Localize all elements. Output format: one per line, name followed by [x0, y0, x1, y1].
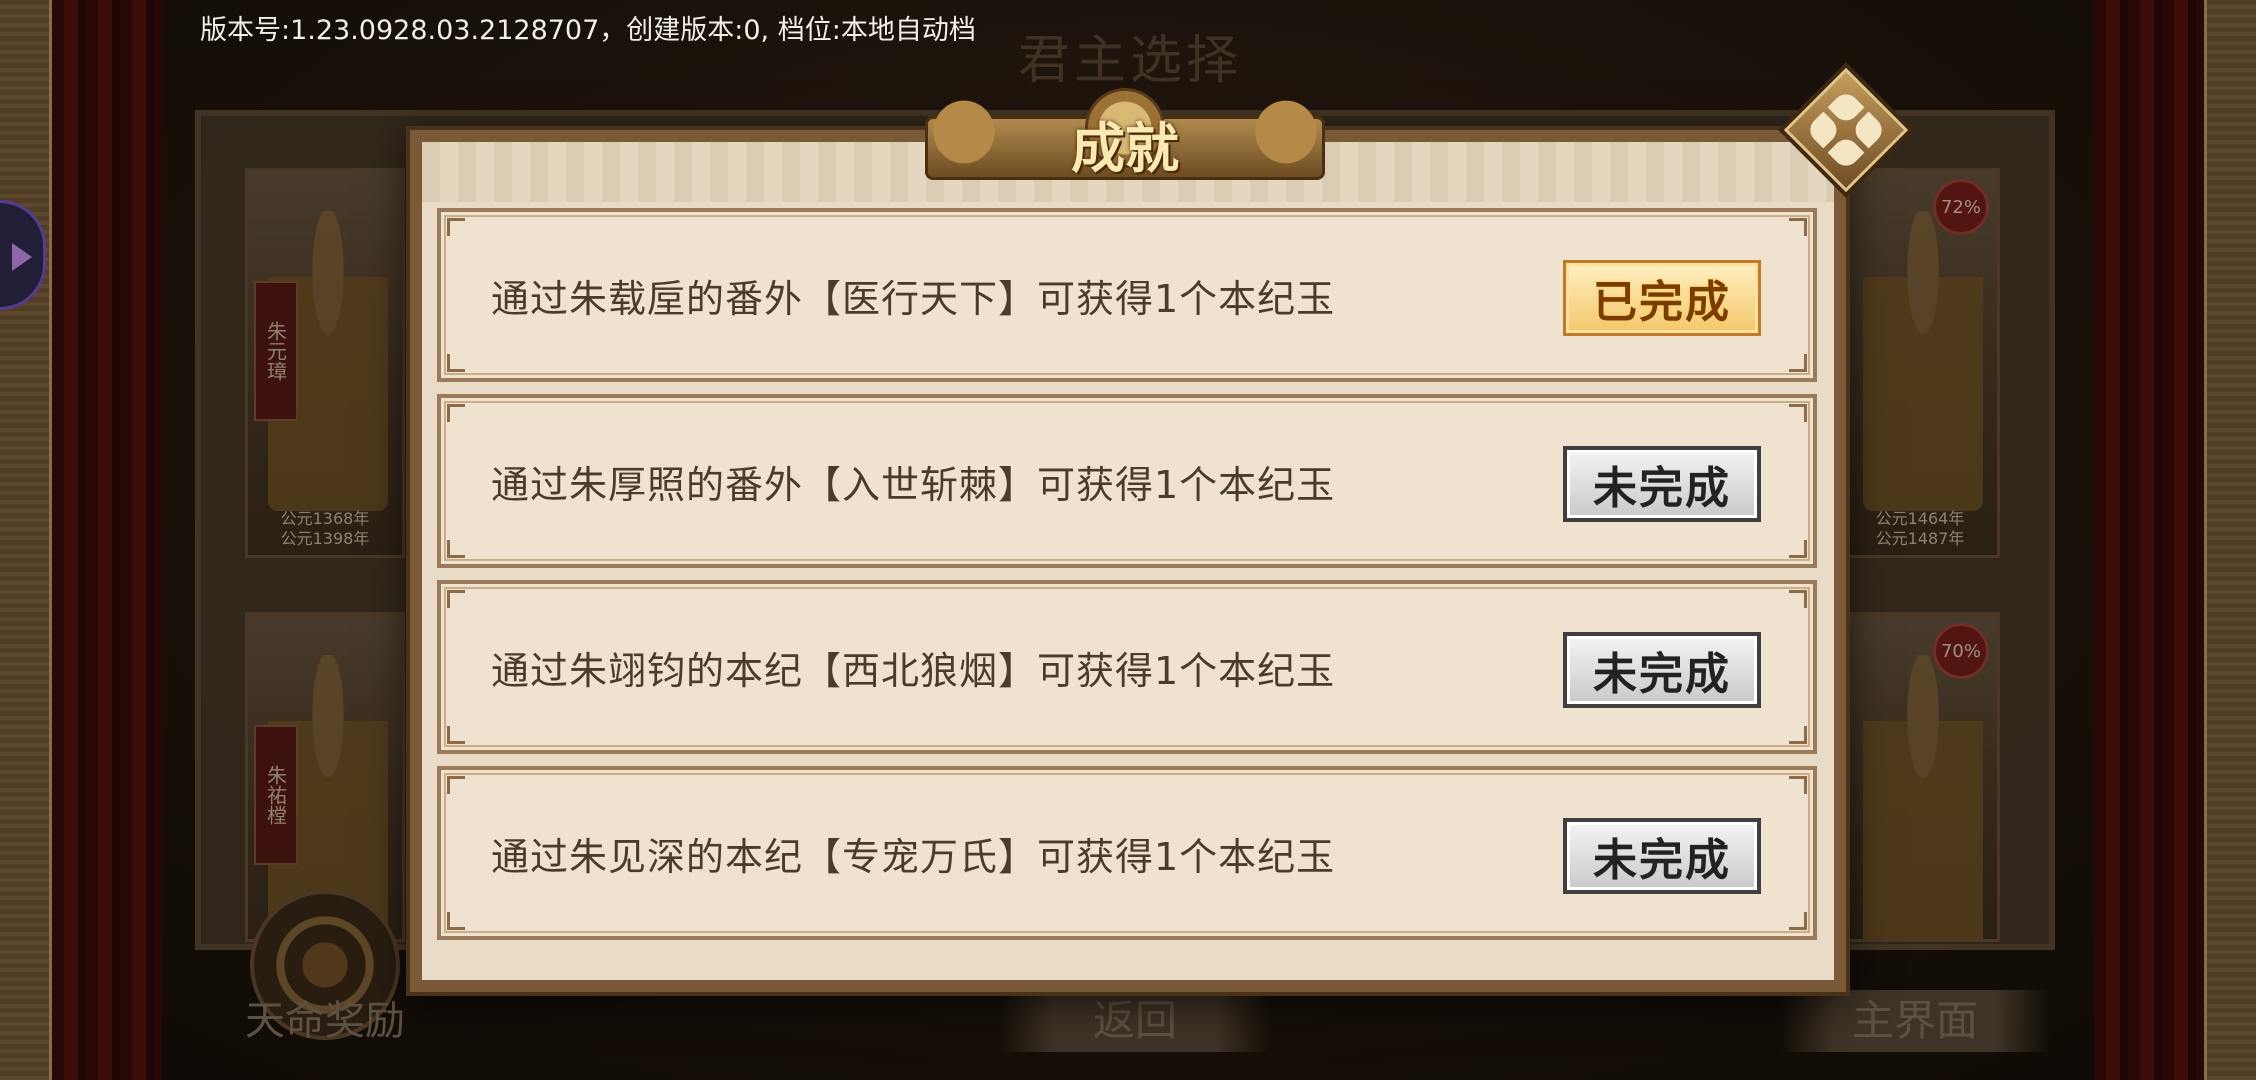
achievement-row: 通过朱见深的本纪【专宠万氏】可获得1个本纪玉 未完成 [437, 766, 1817, 940]
corner-ornament [447, 912, 465, 930]
status-badge-incomplete[interactable]: 未完成 [1563, 446, 1761, 522]
corner-ornament [1789, 540, 1807, 558]
achievement-row: 通过朱厚照的番外【入世斩棘】可获得1个本纪玉 未完成 [437, 394, 1817, 568]
achievement-description: 通过朱翊钧的本纪【西北狼烟】可获得1个本纪玉 [491, 648, 1336, 693]
close-flower-icon [1850, 111, 1888, 149]
corner-ornament [1789, 218, 1807, 236]
achievement-description: 通过朱见深的本纪【专宠万氏】可获得1个本纪玉 [491, 834, 1336, 879]
close-flower-icon [1827, 134, 1865, 172]
modal-title: 成就 [1071, 116, 1179, 180]
achievement-row: 通过朱翊钧的本纪【西北狼烟】可获得1个本纪玉 未完成 [437, 580, 1817, 754]
corner-ornament [447, 404, 465, 422]
achievement-row: 通过朱载垕的番外【医行天下】可获得1个本纪玉 已完成 [437, 208, 1817, 382]
status-badge-completed[interactable]: 已完成 [1563, 260, 1761, 336]
version-info: 版本号:1.23.0928.03.2128707，创建版本:0, 档位:本地自动… [200, 15, 976, 46]
corner-ornament [447, 776, 465, 794]
corner-ornament [447, 354, 465, 372]
status-badge-incomplete[interactable]: 未完成 [1563, 818, 1761, 894]
corner-ornament [1789, 912, 1807, 930]
status-badge-incomplete[interactable]: 未完成 [1563, 632, 1761, 708]
corner-ornament [1789, 354, 1807, 372]
corner-ornament [1789, 404, 1807, 422]
achievement-description: 通过朱载垕的番外【医行天下】可获得1个本纪玉 [491, 276, 1336, 321]
achievement-list: 通过朱载垕的番外【医行天下】可获得1个本纪玉 已完成 通过朱厚照的番外【入世斩棘… [437, 208, 1817, 952]
corner-ornament [447, 726, 465, 744]
corner-ornament [1789, 726, 1807, 744]
achievement-description: 通过朱厚照的番外【入世斩棘】可获得1个本纪玉 [491, 462, 1336, 507]
corner-ornament [447, 540, 465, 558]
corner-ornament [447, 218, 465, 236]
corner-ornament [1789, 776, 1807, 794]
corner-ornament [447, 590, 465, 608]
modal-title-plaque: 成就 [925, 88, 1325, 188]
corner-ornament [1789, 590, 1807, 608]
